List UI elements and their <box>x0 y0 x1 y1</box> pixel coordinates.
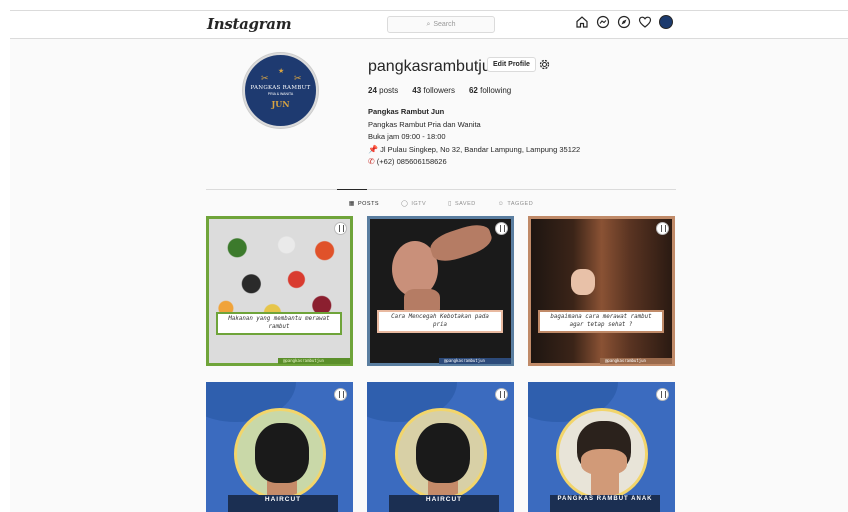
haircut-photo <box>234 408 326 500</box>
head-shape <box>255 423 309 483</box>
post-thumbnail[interactable]: PANGKAS RAMBUT ANAK <box>528 382 675 512</box>
post-caption: bagaimana cara merawat rambut agar tetap… <box>538 310 664 333</box>
face-shape <box>581 449 627 475</box>
bald-man-image <box>370 219 511 363</box>
avatar-logo-line3: JUN <box>271 99 290 109</box>
edit-profile-button[interactable]: Edit Profile <box>487 57 536 72</box>
settings-gear-icon[interactable] <box>538 58 551 71</box>
tab-igtv[interactable]: ◯ IGTV <box>401 200 427 208</box>
pushpin-icon: 📌 <box>368 144 378 154</box>
posts-label: posts <box>379 86 399 95</box>
food-image <box>209 219 350 363</box>
tab-label: IGTV <box>411 200 427 207</box>
haircut-photo <box>395 408 487 500</box>
tab-label: SAVED <box>454 200 476 207</box>
profile-username: pangkasrambutjun <box>368 58 500 75</box>
following-label: following <box>480 86 512 95</box>
scissors-icon: ✂ <box>261 73 269 83</box>
search-input[interactable]: ⌕ Search <box>387 16 495 33</box>
post-thumbnail[interactable]: HAIRCUT <box>206 382 353 512</box>
post-handle: @pangkasrambutjun <box>278 358 350 364</box>
brand-badge-icon <box>334 222 347 235</box>
post-label: HAIRCUT <box>389 495 499 512</box>
instagram-logo[interactable]: Instagram <box>207 15 292 33</box>
following-stat[interactable]: 62 following <box>469 86 511 95</box>
brand-badge-icon <box>495 388 508 401</box>
following-count: 62 <box>468 86 478 95</box>
bio-line1: Pangkas Rambut Pria dan Wanita <box>368 119 481 129</box>
bio-name: Pangkas Rambut Jun <box>368 107 445 116</box>
post-thumbnail[interactable]: bagaimana cara merawat rambut agar tetap… <box>528 216 675 366</box>
arm-shape <box>427 220 495 266</box>
tabs-divider <box>206 189 676 190</box>
brand-badge-icon <box>656 222 669 235</box>
long-hair-image <box>531 219 672 363</box>
profile-tabs: ▦ POSTS ◯ IGTV ▯ SAVED ☺ TAGGED <box>206 200 676 208</box>
profile-picture[interactable]: ★ ✂ ✂ PANGKAS RAMBUT PRIA & WANITA JUN <box>243 53 318 128</box>
brand-badge-icon <box>495 222 508 235</box>
scissors-icon: ✂ <box>294 73 302 83</box>
heart-icon[interactable] <box>638 15 652 29</box>
tab-label: POSTS <box>357 200 380 207</box>
top-nav-bar: Instagram ⌕ Search <box>10 11 848 39</box>
tab-saved[interactable]: ▯ SAVED <box>448 200 476 208</box>
followers-label: followers <box>423 86 455 95</box>
hand-shape <box>571 269 595 295</box>
post-label: HAIRCUT <box>228 495 338 512</box>
avatar-logo-line2: PRIA & WANITA <box>267 92 294 96</box>
head-shape <box>416 423 470 483</box>
bio-address: 📌 Jl Pulau Singkep, No 32, Bandar Lampun… <box>368 144 580 157</box>
tab-posts[interactable]: ▦ POSTS <box>348 200 380 208</box>
bio-line2: Buka jam 09:00 - 18:00 <box>368 132 446 141</box>
post-label: PANGKAS RAMBUT ANAK <box>550 495 660 512</box>
profile-bio: Pangkas Rambut Jun Pangkas Rambut Pria d… <box>368 106 580 169</box>
bio-phone: ✆ (+62) 085606158626 <box>368 156 580 169</box>
search-placeholder: Search <box>433 21 456 28</box>
tab-tagged[interactable]: ☺ TAGGED <box>498 200 533 207</box>
explore-icon[interactable] <box>617 15 631 29</box>
tab-label: TAGGED <box>507 200 534 207</box>
phone-text: (+62) 085606158626 <box>376 157 447 166</box>
post-thumbnail[interactable]: Cara Mencegah Kebotakan pada pria @pangk… <box>367 216 514 366</box>
address-text: Jl Pulau Singkep, No 32, Bandar Lampung,… <box>380 144 581 154</box>
nav-icons <box>575 15 673 29</box>
brand-badge-icon <box>334 388 347 401</box>
tag-icon: ☺ <box>497 200 505 207</box>
star-icon: ★ <box>278 68 285 75</box>
avatar-logo-line1: PANGKAS RAMBUT <box>250 85 311 91</box>
post-handle: @pangkasrambutjun <box>600 358 672 364</box>
posts-count: 24 <box>368 86 377 95</box>
followers-stat[interactable]: 43 followers <box>412 86 455 95</box>
messenger-icon[interactable] <box>596 15 610 29</box>
post-handle: @pangkasrambutjun <box>439 358 511 364</box>
profile-stats: 24 posts 43 followers 62 following <box>368 86 511 95</box>
bookmark-icon: ▯ <box>448 201 452 207</box>
phone-icon: ✆ <box>368 157 375 166</box>
brand-badge-icon <box>656 388 669 401</box>
search-icon: ⌕ <box>426 20 431 28</box>
post-caption: Makanan yang membantu merawat rambut <box>216 312 342 335</box>
home-icon[interactable] <box>575 15 589 29</box>
haircut-photo <box>556 408 648 500</box>
igtv-icon: ◯ <box>401 201 409 207</box>
followers-count: 43 <box>412 86 422 95</box>
post-thumbnail[interactable]: HAIRCUT <box>367 382 514 512</box>
posts-stat: 24 posts <box>368 86 398 95</box>
grid-icon: ▦ <box>348 201 355 207</box>
post-caption: Cara Mencegah Kebotakan pada pria <box>377 310 503 333</box>
active-tab-indicator <box>337 189 367 190</box>
profile-avatar-icon[interactable] <box>659 15 673 29</box>
page: Instagram ⌕ Search ★ ✂ ✂ PANGKAS RAMBUT <box>0 0 848 512</box>
post-thumbnail[interactable]: Makanan yang membantu merawat rambut @pa… <box>206 216 353 366</box>
